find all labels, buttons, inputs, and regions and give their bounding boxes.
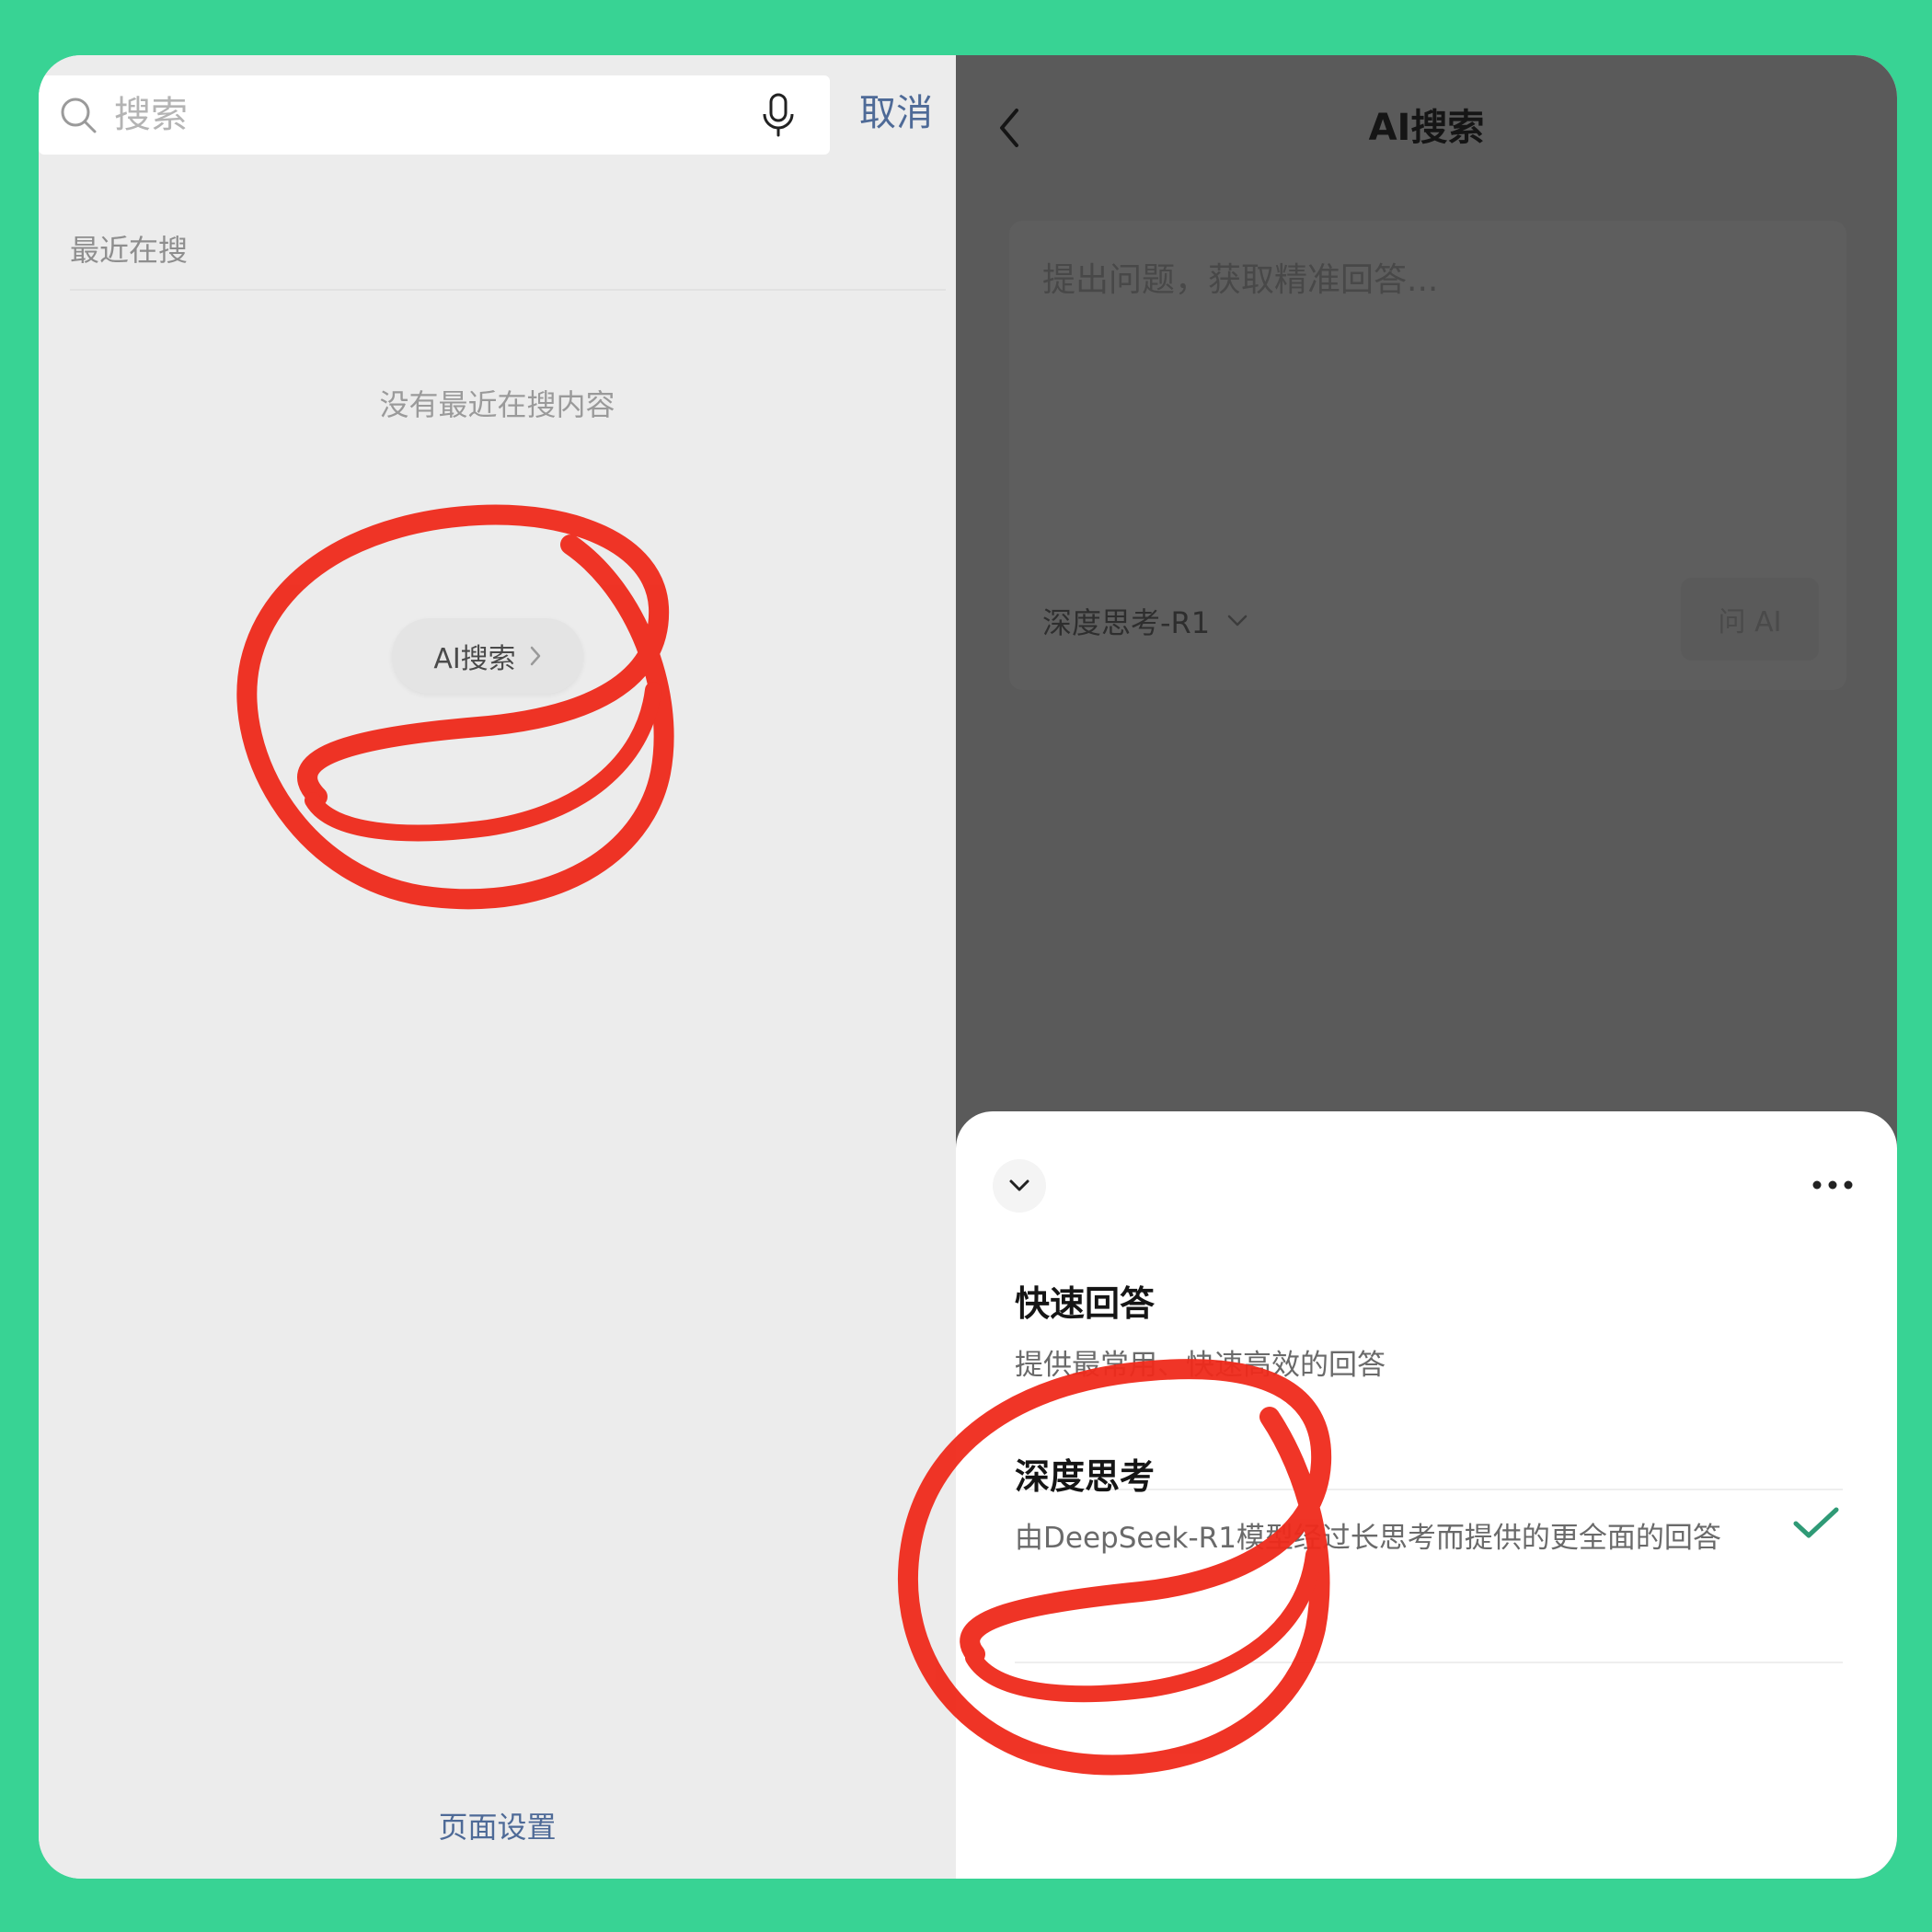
recent-searches-title: 最近在搜: [70, 233, 189, 268]
model-selector[interactable]: 深度思考-R1: [1042, 600, 1248, 642]
checkmark-icon: [1793, 1507, 1839, 1538]
page-title: AI搜索: [1368, 107, 1485, 149]
screenshot-frame: 搜索 取消 最近在搜 没有最近在搜内容 AI搜索 页面设置 AI搜索 提出问题，…: [39, 55, 1897, 1879]
chevron-right-icon: [530, 646, 540, 666]
chevron-down-icon: [1227, 615, 1248, 627]
search-input[interactable]: 搜索: [39, 75, 830, 155]
search-placeholder: 搜索: [114, 94, 188, 136]
ask-ai-button[interactable]: 问 AI: [1681, 578, 1819, 661]
option-deep-thinking[interactable]: 深度思考 由DeepSeek-R1模型经过长思考而提供的更全面的回答: [1015, 1454, 1843, 1557]
more-horizontal-icon[interactable]: [1811, 1179, 1854, 1190]
search-screen: 搜索 取消 最近在搜 没有最近在搜内容 AI搜索 页面设置: [39, 55, 956, 1879]
ai-search-button[interactable]: AI搜索: [392, 618, 583, 694]
question-placeholder: 提出问题，获取精准回答...: [1042, 261, 1439, 299]
microphone-icon[interactable]: [760, 92, 797, 138]
divider: [1015, 1662, 1843, 1663]
collapse-sheet-button[interactable]: [993, 1159, 1046, 1213]
ask-box[interactable]: 提出问题，获取精准回答... 深度思考-R1 问 AI: [1009, 221, 1846, 690]
chevron-down-icon: [1009, 1179, 1029, 1191]
ai-search-screen: AI搜索 提出问题，获取精准回答... 深度思考-R1 问 AI 快速回答 提供…: [956, 55, 1897, 1879]
recent-empty-text: 没有最近在搜内容: [379, 387, 615, 422]
option-title: 深度思考: [1015, 1456, 1156, 1497]
ai-search-label: AI搜索: [433, 643, 516, 675]
model-selector-label: 深度思考-R1: [1042, 605, 1211, 640]
cancel-button[interactable]: 取消: [859, 88, 933, 138]
model-sheet: 快速回答 提供最常用、快速高效的回答 深度思考 由DeepSeek-R1模型经过…: [956, 1111, 1897, 1879]
option-title: 快速回答: [1015, 1283, 1156, 1324]
page-settings-link[interactable]: 页面设置: [39, 1809, 956, 1846]
divider: [70, 289, 946, 291]
magnifier-icon: [61, 98, 97, 133]
option-fast-answer[interactable]: 快速回答 提供最常用、快速高效的回答: [1015, 1281, 1843, 1384]
option-description: 由DeepSeek-R1模型经过长思考而提供的更全面的回答: [1015, 1522, 1721, 1555]
option-description: 提供最常用、快速高效的回答: [1015, 1349, 1386, 1382]
